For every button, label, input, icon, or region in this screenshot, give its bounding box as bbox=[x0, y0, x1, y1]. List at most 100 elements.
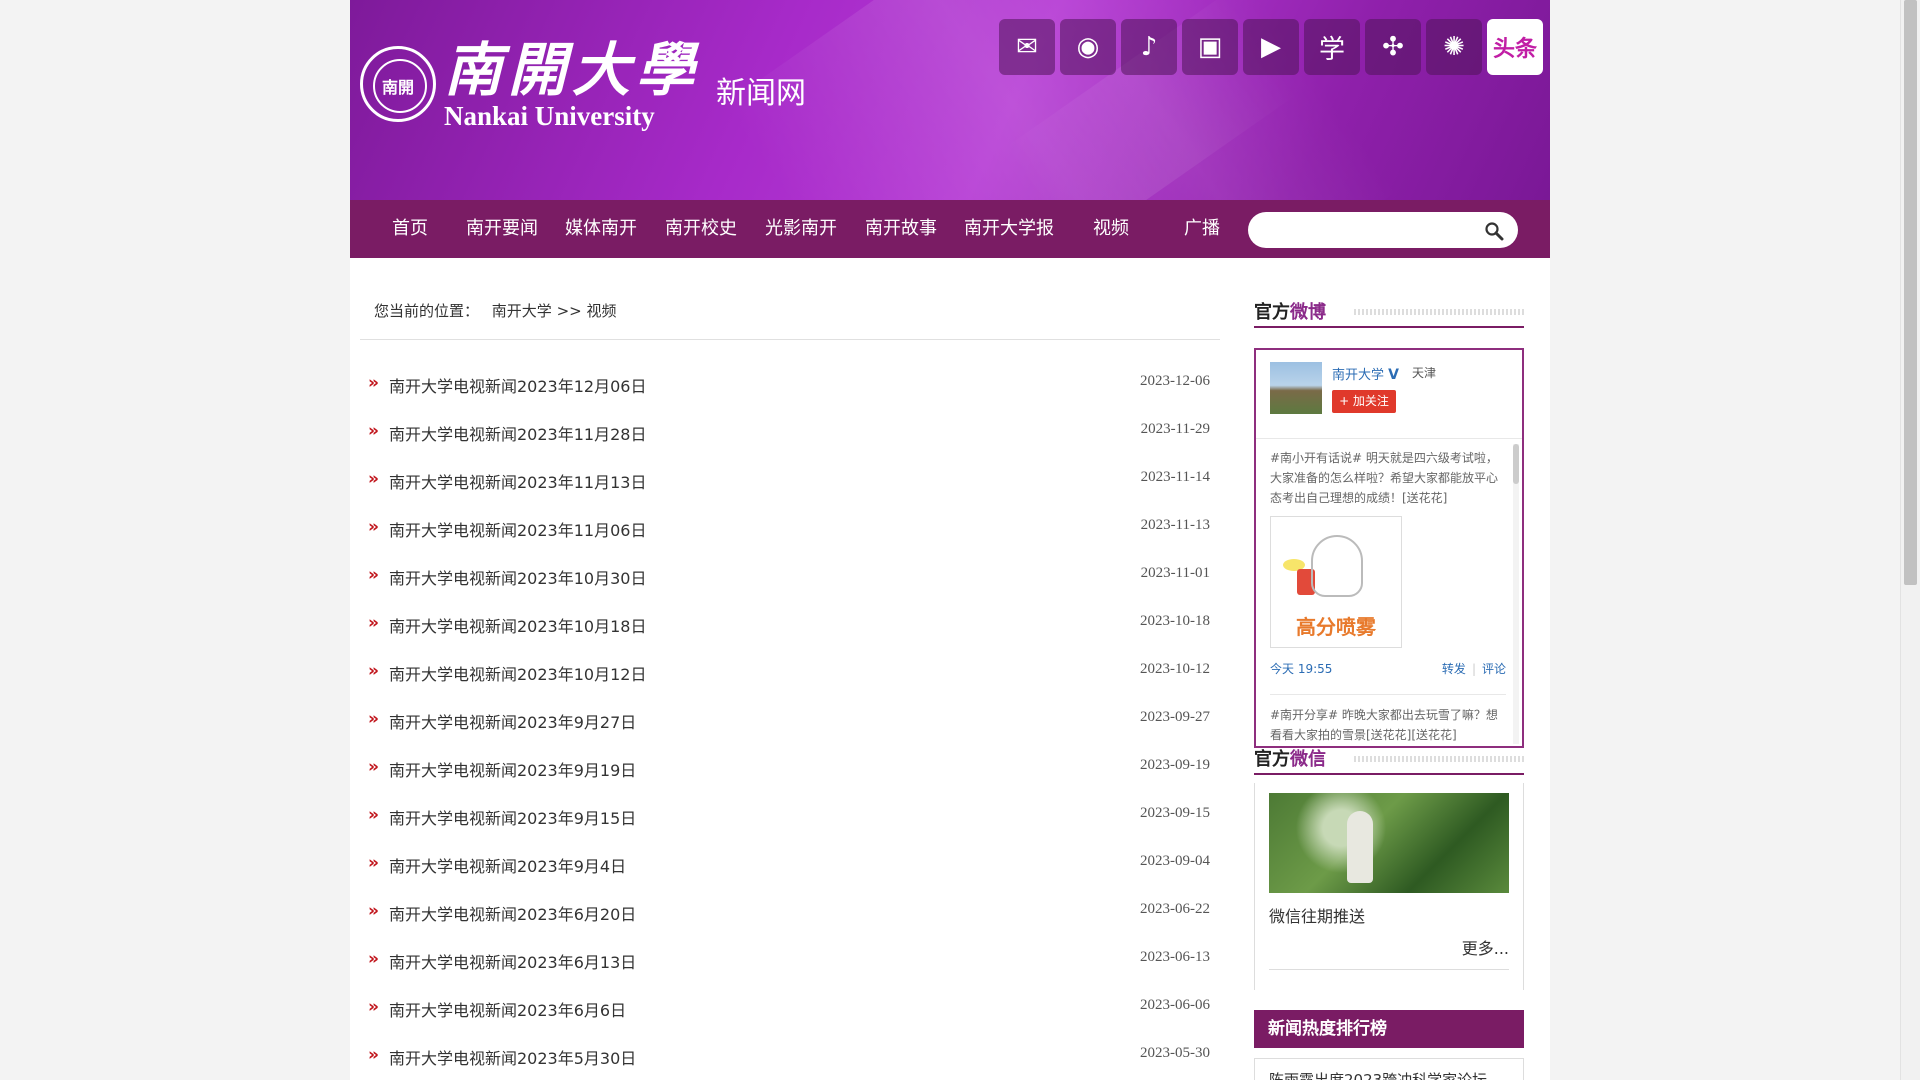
news-title-link[interactable]: 南开大学电视新闻2023年10月30日 bbox=[389, 565, 646, 589]
news-date: 2023-11-01 bbox=[1140, 565, 1210, 581]
double-chevron-icon: » bbox=[368, 709, 379, 729]
nav-item-nankai-stories[interactable]: 南开故事 bbox=[865, 200, 937, 258]
toutiao-icon[interactable]: 头条 bbox=[1487, 19, 1543, 75]
wechat-more-link[interactable]: 更多... bbox=[1462, 935, 1509, 959]
news-title-link[interactable]: 南开大学电视新闻2023年11月13日 bbox=[389, 469, 646, 493]
weibo-account-name[interactable]: 南开大学 V bbox=[1332, 364, 1399, 383]
site-name: 新闻网 bbox=[716, 76, 807, 111]
news-title-link[interactable]: 南开大学电视新闻2023年12月06日 bbox=[389, 373, 646, 397]
news-title-link[interactable]: 南开大学电视新闻2023年9月19日 bbox=[389, 757, 636, 781]
news-date: 2023-06-22 bbox=[1140, 901, 1210, 917]
news-title-link[interactable]: 南开大学电视新闻2023年9月27日 bbox=[389, 709, 636, 733]
douyin-icon[interactable]: ♪ bbox=[1121, 19, 1177, 75]
wechat-widget: 微信往期推送 更多... bbox=[1254, 783, 1524, 990]
list-item[interactable]: » 南开大学电视新闻2023年6月20日 2023-06-22 bbox=[360, 888, 1210, 936]
news-title-link[interactable]: 南开大学电视新闻2023年11月28日 bbox=[389, 421, 646, 445]
wechat-icon[interactable]: ✉ bbox=[999, 19, 1055, 75]
social-links: ✉ ◉ ♪ ▣ ▶ 学 ✣ ✺ 头条 bbox=[999, 19, 1543, 75]
news-date: 2023-10-18 bbox=[1140, 613, 1210, 629]
double-chevron-icon: » bbox=[368, 661, 379, 681]
comment-link[interactable]: 评论 bbox=[1482, 662, 1506, 676]
news-title-link[interactable]: 南开大学电视新闻2023年10月18日 bbox=[389, 613, 646, 637]
double-chevron-icon: » bbox=[368, 421, 379, 441]
wechat-cover-image[interactable] bbox=[1269, 793, 1509, 893]
dandelion-icon[interactable]: ✺ bbox=[1426, 19, 1482, 75]
news-title-link[interactable]: 南开大学电视新闻2023年6月13日 bbox=[389, 949, 636, 973]
nav-item-nankai-newspaper[interactable]: 南开大学报 bbox=[964, 200, 1054, 258]
news-date: 2023-09-27 bbox=[1140, 709, 1210, 725]
breadcrumb-divider bbox=[360, 339, 1220, 340]
kuaishou-icon[interactable]: ▶ bbox=[1243, 19, 1299, 75]
list-item[interactable]: » 南开大学电视新闻2023年10月18日 2023-10-18 bbox=[360, 600, 1210, 648]
sidebar: 官方微博 南开大学 V 天津 + 加关注 #南小开有话说# 明天就是四六级考试啦… bbox=[1254, 290, 1524, 1080]
news-date: 2023-11-13 bbox=[1140, 517, 1210, 533]
bilibili-icon[interactable]: ▣ bbox=[1182, 19, 1238, 75]
news-date: 2023-09-15 bbox=[1140, 805, 1210, 821]
repost-link[interactable]: 转发 bbox=[1442, 662, 1466, 676]
site-logo[interactable]: 南開 南開大學 Nankai University 新闻网 bbox=[360, 38, 806, 130]
window-scrollbar-thumb[interactable] bbox=[1904, 0, 1917, 585]
page-container: 南開 南開大學 Nankai University 新闻网 ✉ ◉ ♪ ▣ ▶ 学 ✣ ✺ 头条… bbox=[350, 0, 1550, 1080]
news-title-link[interactable]: 南开大学电视新闻2023年9月15日 bbox=[389, 805, 636, 829]
news-list: » 南开大学电视新闻2023年12月06日 2023-12-06 » 南开大学电视新闻2… bbox=[360, 360, 1210, 1080]
nav-item-home[interactable]: 首页 bbox=[392, 200, 428, 258]
ranking-item[interactable]: 陈雨露出席2023跨冲科学家论坛 bbox=[1269, 1069, 1509, 1080]
list-item[interactable]: » 南开大学电视新闻2023年10月30日 2023-11-01 bbox=[360, 552, 1210, 600]
list-item[interactable]: » 南开大学电视新闻2023年12月06日 2023-12-06 bbox=[360, 360, 1210, 408]
breadcrumb-path[interactable]: 南开大学 >> 视频 bbox=[492, 302, 617, 320]
list-item[interactable]: » 南开大学电视新闻2023年5月30日 2023-05-30 bbox=[360, 1032, 1210, 1080]
list-item[interactable]: » 南开大学电视新闻2023年9月27日 2023-09-27 bbox=[360, 696, 1210, 744]
list-item[interactable]: » 南开大学电视新闻2023年11月28日 2023-11-29 bbox=[360, 408, 1210, 456]
double-chevron-icon: » bbox=[368, 853, 379, 873]
news-date: 2023-10-12 bbox=[1140, 661, 1210, 677]
double-chevron-icon: » bbox=[368, 757, 379, 777]
nav-item-media-nankai[interactable]: 媒体南开 bbox=[565, 200, 637, 258]
double-chevron-icon: » bbox=[368, 805, 379, 825]
nav-item-broadcast[interactable]: 广播 bbox=[1184, 200, 1220, 258]
nav-item-photo-nankai[interactable]: 光影南开 bbox=[765, 200, 837, 258]
double-chevron-icon: » bbox=[368, 997, 379, 1017]
news-date: 2023-09-19 bbox=[1140, 757, 1210, 773]
window-scrollbar[interactable] bbox=[1900, 0, 1920, 1080]
news-title-link[interactable]: 南开大学电视新闻2023年6月20日 bbox=[389, 901, 636, 925]
site-header: 南開 南開大學 Nankai University 新闻网 ✉ ◉ ♪ ▣ ▶ 学 ✣ ✺ 头条 bbox=[350, 0, 1550, 200]
nav-item-school-history[interactable]: 南开校史 bbox=[665, 200, 737, 258]
search-icon[interactable] bbox=[1484, 221, 1504, 241]
weibo-post-image[interactable]: 高分喷雾 bbox=[1270, 516, 1402, 648]
wechat-title[interactable]: 微信往期推送 bbox=[1269, 903, 1365, 927]
search-input[interactable] bbox=[1260, 216, 1470, 244]
list-item[interactable]: » 南开大学电视新闻2023年9月15日 2023-09-15 bbox=[360, 792, 1210, 840]
news-title-link[interactable]: 南开大学电视新闻2023年6月6日 bbox=[389, 997, 626, 1021]
news-date: 2023-06-06 bbox=[1140, 997, 1210, 1013]
news-title-link[interactable]: 南开大学电视新闻2023年9月4日 bbox=[389, 853, 626, 877]
weibo-icon[interactable]: ◉ bbox=[1060, 19, 1116, 75]
weibo-scrollbar[interactable] bbox=[1513, 444, 1519, 744]
verified-icon: V bbox=[1388, 367, 1399, 383]
list-item[interactable]: » 南开大学电视新闻2023年10月12日 2023-10-12 bbox=[360, 648, 1210, 696]
list-item[interactable]: » 南开大学电视新闻2023年9月19日 2023-09-19 bbox=[360, 744, 1210, 792]
news-date: 2023-05-30 bbox=[1140, 1045, 1210, 1061]
dots-icon[interactable]: ✣ bbox=[1365, 19, 1421, 75]
nav-item-nankai-news[interactable]: 南开要闻 bbox=[466, 200, 538, 258]
news-date: 2023-11-14 bbox=[1140, 469, 1210, 485]
double-chevron-icon: » bbox=[368, 469, 379, 489]
list-item[interactable]: » 南开大学电视新闻2023年11月06日 2023-11-13 bbox=[360, 504, 1210, 552]
ranking-header: 新闻热度排行榜 bbox=[1254, 1010, 1524, 1048]
avatar[interactable] bbox=[1270, 362, 1322, 414]
follow-button[interactable]: + 加关注 bbox=[1332, 390, 1396, 413]
weibo-section-header: 官方微博 bbox=[1254, 290, 1524, 328]
list-item[interactable]: » 南开大学电视新闻2023年6月13日 2023-06-13 bbox=[360, 936, 1210, 984]
xuexi-icon[interactable]: 学 bbox=[1304, 19, 1360, 75]
list-item[interactable]: » 南开大学电视新闻2023年11月13日 2023-11-14 bbox=[360, 456, 1210, 504]
news-title-link[interactable]: 南开大学电视新闻2023年11月06日 bbox=[389, 517, 646, 541]
nav-item-video[interactable]: 视频 bbox=[1093, 200, 1129, 258]
list-item[interactable]: » 南开大学电视新闻2023年6月6日 2023-06-06 bbox=[360, 984, 1210, 1032]
news-title-link[interactable]: 南开大学电视新闻2023年10月12日 bbox=[389, 661, 646, 685]
news-title-link[interactable]: 南开大学电视新闻2023年5月30日 bbox=[389, 1045, 636, 1069]
news-date: 2023-12-06 bbox=[1140, 373, 1210, 389]
university-name-cn: 南開大學 bbox=[444, 36, 701, 104]
search-box bbox=[1248, 212, 1518, 248]
weibo-post-text: #南小开有话说# 明天就是四六级考试啦，大家准备的怎么样啦？希望大家都能放平心态… bbox=[1270, 451, 1499, 505]
weibo-post-time[interactable]: 今天 19:55 bbox=[1270, 660, 1332, 677]
list-item[interactable]: » 南开大学电视新闻2023年9月4日 2023-09-04 bbox=[360, 840, 1210, 888]
